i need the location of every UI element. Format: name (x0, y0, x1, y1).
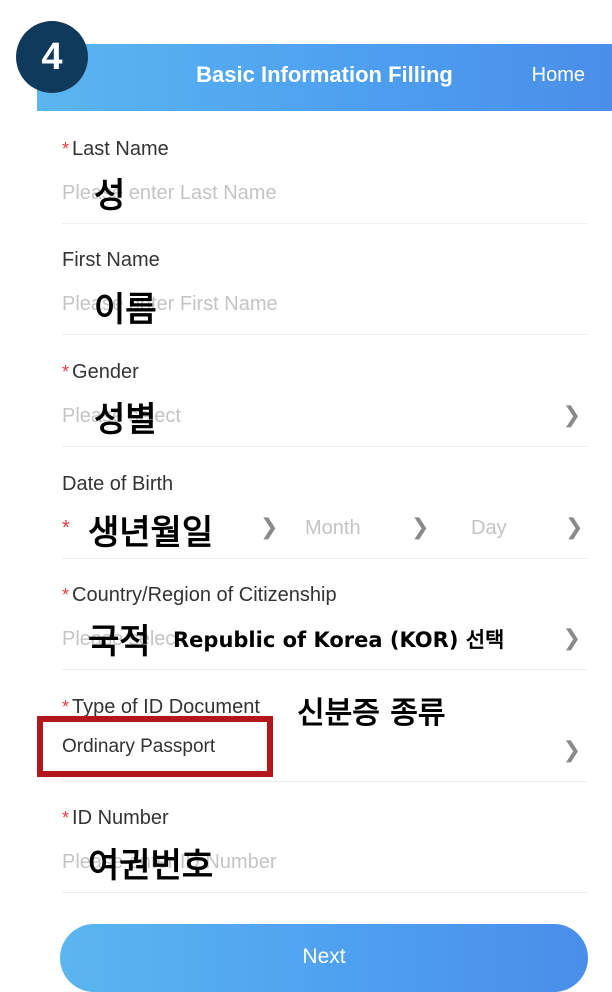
required-mark: * (62, 362, 70, 382)
page-title: Basic Information Filling (196, 62, 453, 87)
step-badge: 4 (16, 21, 88, 93)
chevron-right-icon[interactable]: ❯ (565, 515, 583, 540)
annotation-id-type: 신분증 종류 (297, 696, 446, 731)
last-name-field[interactable]: * Last Name Please enter Last Name (62, 112, 587, 224)
home-link[interactable]: Home (532, 64, 585, 87)
annotation-last-name: 성 (94, 176, 126, 216)
last-name-label: * Last Name (62, 138, 169, 160)
annotation-gender: 성별 (94, 400, 157, 440)
chevron-right-icon: ❯ (562, 738, 581, 763)
dob-day-select[interactable]: Day (471, 517, 507, 540)
gender-label: * Gender (62, 361, 139, 383)
first-name-label: First Name (62, 249, 160, 271)
id-number-label: * ID Number (62, 807, 169, 829)
required-mark: * (62, 697, 70, 717)
dob-label: Date of Birth (62, 473, 174, 495)
required-mark: * (62, 585, 70, 605)
annotation-dob: 생년월일 (88, 513, 214, 553)
annotation-citizenship-hint: Republic of Korea (KOR) 선택 (173, 628, 505, 652)
id-type-select[interactable]: Ordinary Passport (62, 736, 215, 758)
annotation-id-number: 여권번호 (88, 846, 214, 886)
chevron-right-icon[interactable]: ❯ (260, 515, 278, 540)
required-mark: * (62, 808, 70, 828)
header-bar: Basic Information Filling Home (37, 44, 612, 111)
chevron-right-icon: ❯ (562, 403, 581, 428)
citizenship-label: * Country/Region of Citizenship (62, 584, 337, 606)
required-mark: * (62, 517, 70, 539)
chevron-right-icon[interactable]: ❯ (411, 515, 429, 540)
annotation-first-name: 이름 (94, 290, 157, 330)
annotation-citizenship: 국적 (88, 622, 151, 662)
chevron-right-icon: ❯ (562, 626, 581, 651)
required-mark: * (62, 139, 70, 159)
dob-month-select[interactable]: Month (305, 517, 361, 540)
